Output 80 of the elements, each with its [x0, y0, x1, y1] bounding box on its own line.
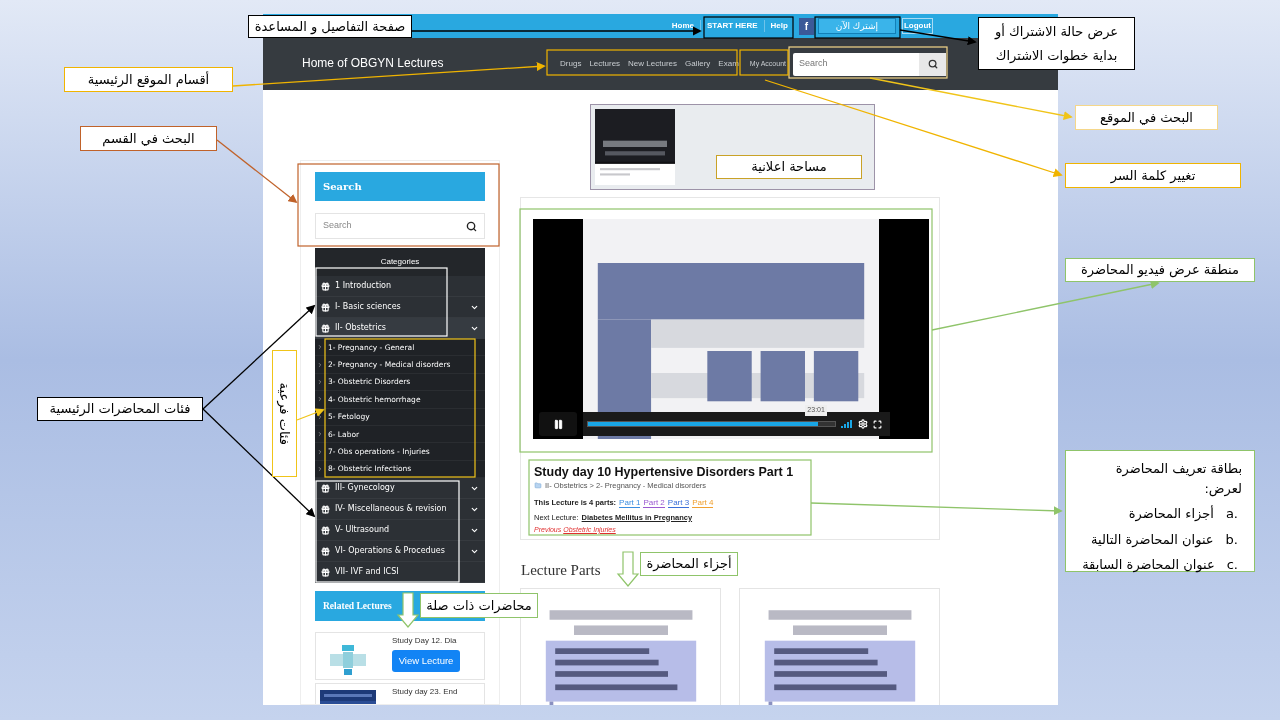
category-item[interactable]: V- Ultrasound: [315, 520, 485, 542]
category-item[interactable]: III- Gynecology: [315, 478, 485, 500]
gift-icon: [321, 546, 330, 556]
nav-link[interactable]: Drugs: [556, 58, 586, 70]
category-label: I- Basic sciences: [335, 301, 402, 313]
callout-label: منطقة عرض فيديو المحاضرة: [1065, 258, 1255, 282]
list-marker: b.: [1225, 530, 1238, 549]
category-label: 1 Introduction: [335, 280, 393, 292]
category-item[interactable]: VII- IVF and ICSI: [315, 562, 485, 584]
site-title: Home of OBGYN Lectures: [302, 55, 444, 72]
gift-icon: [321, 483, 330, 493]
chevron-icon: [317, 361, 323, 368]
search-icon: [927, 59, 938, 69]
category-label: II- Obstetrics: [335, 322, 387, 334]
nav-link[interactable]: Gallery: [681, 58, 715, 70]
category-item[interactable]: IV- Miscellaneous & revision: [315, 499, 485, 521]
chevron-icon: [317, 344, 323, 351]
folder-icon: [534, 482, 542, 490]
search-panel-header: Search: [315, 172, 485, 201]
category-item[interactable]: VI- Operations & Procedues: [315, 541, 485, 563]
list-marker: c.: [1226, 556, 1238, 574]
category-label: VI- Operations & Procedues: [335, 545, 446, 558]
related-title: Study day 23. End: [392, 686, 458, 699]
nav-link[interactable]: Lectures: [585, 58, 625, 70]
chevron-icon: [317, 448, 323, 455]
category-label: III- Gynecology: [335, 482, 396, 495]
gift-icon: [321, 323, 330, 333]
part-link[interactable]: Part 3: [667, 497, 690, 508]
gift-icon: [321, 504, 330, 514]
volume-icon[interactable]: [841, 420, 853, 428]
list-item: عنوان المحاضرة السابقة: [1082, 556, 1215, 575]
callout-label: عرض حالة الاشتراك أو بداية خطوات الاشتراك: [978, 17, 1135, 70]
view-lecture-button[interactable]: View Lecture: [392, 650, 460, 673]
search-icon: [466, 220, 477, 232]
pause-button[interactable]: [539, 412, 577, 436]
category-item[interactable]: 1 Introduction: [315, 276, 485, 297]
down-arrow: [396, 592, 420, 628]
chevron-icon: [317, 413, 323, 420]
categories-title: Categories: [315, 248, 485, 276]
facebook-link[interactable]: f: [798, 17, 814, 35]
gift-icon: [321, 567, 330, 577]
category-label: IV- Miscellaneous & revision: [335, 503, 448, 516]
list-item: عنوان المحاضرة التالية: [1091, 530, 1214, 549]
chevron-icon: [317, 431, 323, 438]
category-label: V- Ultrasound: [335, 524, 391, 537]
chevron-icon: [317, 396, 323, 403]
callout-label: مساحة اعلانية: [716, 155, 862, 179]
nav-link[interactable]: New Lectures: [624, 58, 681, 70]
pause-icon: [552, 418, 564, 430]
search-button[interactable]: [919, 52, 946, 76]
gift-icon: [321, 281, 330, 291]
callout-label: أقسام الموقع الرئيسية: [64, 67, 233, 92]
settings-icon[interactable]: [858, 419, 868, 429]
section-heading: Lecture Parts: [521, 562, 601, 578]
list-marker: a.: [1225, 505, 1238, 523]
search-placeholder: Search: [798, 57, 829, 71]
callout-label: محاضرات ذات صلة: [420, 593, 538, 618]
callout-label: صفحة التفاصيل و المساعدة: [248, 15, 412, 38]
callout-label: البحث في الموقع: [1075, 105, 1218, 130]
gift-icon: [321, 302, 330, 312]
category-label: VII- IVF and ICSI: [335, 566, 400, 579]
search-field[interactable]: Search: [793, 52, 946, 76]
gift-icon: [321, 525, 330, 535]
callout-label: فئات المحاضرات الرئيسية: [37, 397, 203, 421]
callout-label: البحث في القسم: [80, 126, 217, 151]
callout-label: أجزاء المحاضرة: [640, 552, 738, 576]
list-item: أجزاء المحاضرة: [1128, 504, 1214, 524]
part-link[interactable]: Part 1: [619, 497, 641, 508]
search-placeholder: Search: [323, 219, 353, 233]
down-arrow: [616, 551, 640, 587]
callout-label: فئات فرعية: [276, 382, 294, 445]
related-title: Study Day 12. Dia: [392, 635, 458, 648]
callout-label: تغيير كلمة السر: [1065, 163, 1241, 188]
part-link[interactable]: Part 2: [643, 497, 665, 508]
fullscreen-icon[interactable]: [873, 419, 882, 429]
lecture-title: Study day 10 Hypertensive Disorders Part 1: [534, 464, 794, 480]
search-field[interactable]: Search: [315, 213, 485, 239]
chevron-icon: [317, 465, 323, 472]
chevron-icon: [317, 378, 323, 385]
callout-title: بطاقة تعريف المحاضرة لعرض:: [1114, 460, 1242, 498]
